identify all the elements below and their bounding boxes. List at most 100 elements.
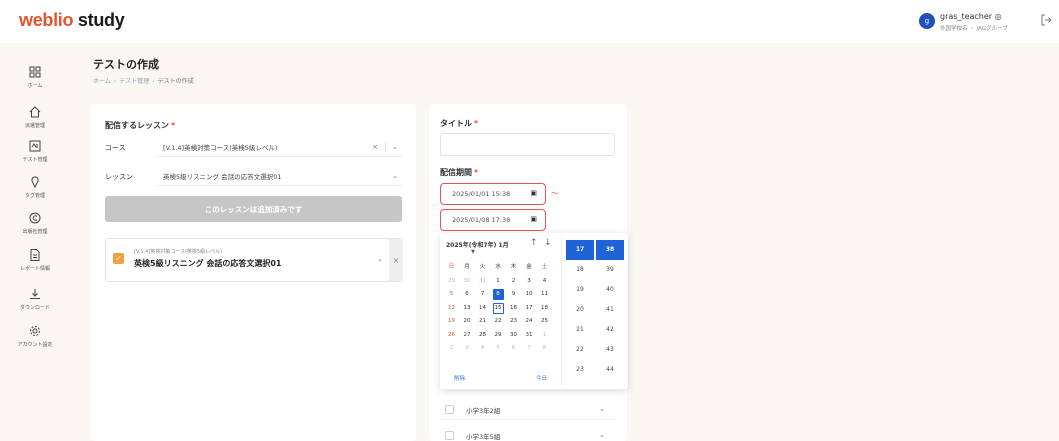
calendar-day[interactable]: 23 <box>508 316 519 327</box>
end-date-input[interactable]: 2025/01/08 17:38 ▣ <box>440 209 546 231</box>
hour-option[interactable]: 19 <box>566 280 594 300</box>
add-lesson-button[interactable]: このレッスンは追加済みです <box>105 196 402 222</box>
checkbox[interactable] <box>445 431 454 440</box>
sidebar-item-publishers[interactable]: 出版社管理 <box>0 211 70 235</box>
caret-down-icon[interactable]: ▼ <box>471 249 475 255</box>
calendar-day[interactable]: 12 <box>446 303 457 314</box>
calendar-day[interactable]: 31 <box>477 276 488 287</box>
sidebar-item-home[interactable]: ホーム <box>0 65 70 89</box>
calendar-day[interactable]: 16 <box>508 303 519 314</box>
minute-option[interactable]: 44 <box>596 360 624 380</box>
arrow-down-icon[interactable]: ↓ <box>544 238 552 248</box>
hour-option[interactable]: 17 <box>566 240 594 260</box>
hour-option[interactable]: 20 <box>566 300 594 320</box>
avatar[interactable]: g <box>919 13 935 29</box>
calendar-day[interactable]: 10 <box>524 289 535 300</box>
sidebar-item-tags[interactable]: タグ管理 <box>0 175 70 199</box>
hour-option[interactable]: 23 <box>566 360 594 380</box>
calendar-day[interactable]: 9 <box>508 289 519 300</box>
calendar-day[interactable]: 15 <box>492 302 504 314</box>
calendar-day[interactable]: 13 <box>462 303 473 314</box>
app-logo[interactable]: weblio study <box>19 10 125 31</box>
arrow-up-icon[interactable]: ↑ <box>530 238 538 248</box>
minute-option[interactable]: 40 <box>596 280 624 300</box>
calendar-day[interactable]: 3 <box>524 276 535 287</box>
calendar-day[interactable]: 11 <box>539 289 550 300</box>
calendar-day[interactable]: 8 <box>539 343 550 354</box>
calendar-day[interactable]: 7 <box>524 343 535 354</box>
today-button[interactable]: 今日 <box>536 374 547 382</box>
hour-option[interactable]: 18 <box>566 260 594 280</box>
calendar-day[interactable]: 28 <box>477 330 488 341</box>
calendar-day[interactable]: 2 <box>446 343 457 354</box>
minute-option[interactable]: 42 <box>596 320 624 340</box>
calendar-day[interactable]: 26 <box>446 330 457 341</box>
sidebar-item-tests[interactable]: テスト管理 <box>0 139 70 163</box>
checkbox-checked-icon[interactable]: ✓ <box>113 253 124 264</box>
hour-option[interactable]: 22 <box>566 340 594 360</box>
chevron-down-icon[interactable]: ⌄ <box>392 172 398 180</box>
minute-option[interactable]: 43 <box>596 340 624 360</box>
breadcrumb-tests[interactable]: テスト管理 <box>119 78 149 85</box>
calendar-day[interactable]: 6 <box>508 343 519 354</box>
user-name[interactable]: gras_teacher ◎ <box>940 12 1002 21</box>
chevron-down-icon[interactable]: ⌄ <box>599 431 605 439</box>
title-input[interactable] <box>440 133 615 156</box>
clear-date-button[interactable]: 削除 <box>454 374 465 382</box>
sidebar-item-account-settings[interactable]: アカウント設定 <box>0 324 70 348</box>
calendar-day[interactable]: 2 <box>508 276 519 287</box>
calendar-icon[interactable]: ▣ <box>530 189 537 197</box>
sidebar-item-reports[interactable]: レポート情報 <box>0 248 70 272</box>
calendar-day[interactable]: 25 <box>539 316 550 327</box>
calendar-day[interactable]: 27 <box>462 330 473 341</box>
checkbox[interactable] <box>445 405 454 414</box>
calendar-day[interactable]: 3 <box>462 343 473 354</box>
remove-lesson-button[interactable]: × <box>389 239 403 281</box>
calendar-day[interactable]: 8 <box>492 289 504 300</box>
clear-icon[interactable]: × <box>372 143 378 151</box>
calendar-day[interactable]: 5 <box>493 343 504 354</box>
breadcrumb-home[interactable]: ホーム <box>93 78 111 85</box>
weekday-header: 日 <box>448 264 455 270</box>
calendar-day[interactable]: 7 <box>477 289 488 300</box>
list-item[interactable]: 小学3年5組 ⌄ <box>440 426 615 441</box>
calendar-day[interactable]: 29 <box>446 276 457 287</box>
calendar-day[interactable]: 29 <box>493 330 504 341</box>
calendar-icon[interactable]: ▣ <box>530 215 537 223</box>
calendar-day[interactable]: 14 <box>477 303 488 314</box>
start-date-input[interactable]: 2025/01/01 15:38 ▣ <box>440 183 546 205</box>
calendar-day[interactable]: 18 <box>539 303 550 314</box>
calendar-day[interactable]: 21 <box>477 316 488 327</box>
chevron-down-icon[interactable]: ⌄ <box>377 255 383 263</box>
chevron-down-icon[interactable]: ⌄ <box>599 405 605 413</box>
added-lesson-item[interactable]: ✓ [V.1.4]英検対策コース(英検5級レベル) 英検5級リスニング 会話の応… <box>105 238 403 282</box>
calendar-day[interactable]: 1 <box>493 276 504 287</box>
lesson-value: 英検5級リスニング 会話の応答文選択01 <box>163 172 282 181</box>
calendar-day[interactable]: 30 <box>462 276 473 287</box>
calendar-day[interactable]: 24 <box>524 316 535 327</box>
logout-icon[interactable] <box>1040 14 1054 28</box>
picker-month-label[interactable]: 2025年(令和7年) 1月 <box>446 240 509 249</box>
list-item[interactable]: 小学3年2組 ⌄ <box>440 400 615 420</box>
calendar-day[interactable]: 19 <box>446 316 457 327</box>
calendar-day[interactable]: 5 <box>446 289 457 300</box>
course-select[interactable]: [V.1.4]英検対策コース(英検5級レベル) × ⌄ <box>155 137 402 157</box>
minute-option[interactable]: 41 <box>596 300 624 320</box>
hour-option[interactable]: 21 <box>566 320 594 340</box>
minute-option[interactable]: 38 <box>596 240 624 260</box>
calendar-day[interactable]: 20 <box>462 316 473 327</box>
calendar-day[interactable]: 4 <box>539 276 550 287</box>
weekday-header: 水 <box>495 264 501 270</box>
sidebar-item-download[interactable]: ダウンロード <box>0 287 70 311</box>
lesson-select[interactable]: 英検5級リスニング 会話の応答文選択01 ⌄ <box>155 166 402 186</box>
sidebar-item-dispatch[interactable]: 派遣管理 <box>0 105 70 129</box>
calendar-day[interactable]: 1 <box>539 330 550 341</box>
calendar-day[interactable]: 17 <box>524 303 535 314</box>
calendar-day[interactable]: 31 <box>524 330 535 341</box>
chevron-down-icon[interactable]: ⌄ <box>392 143 398 151</box>
calendar-day[interactable]: 6 <box>462 289 473 300</box>
calendar-day[interactable]: 4 <box>477 343 488 354</box>
minute-option[interactable]: 39 <box>596 260 624 280</box>
calendar-day[interactable]: 30 <box>508 330 519 341</box>
calendar-day[interactable]: 22 <box>493 316 504 327</box>
